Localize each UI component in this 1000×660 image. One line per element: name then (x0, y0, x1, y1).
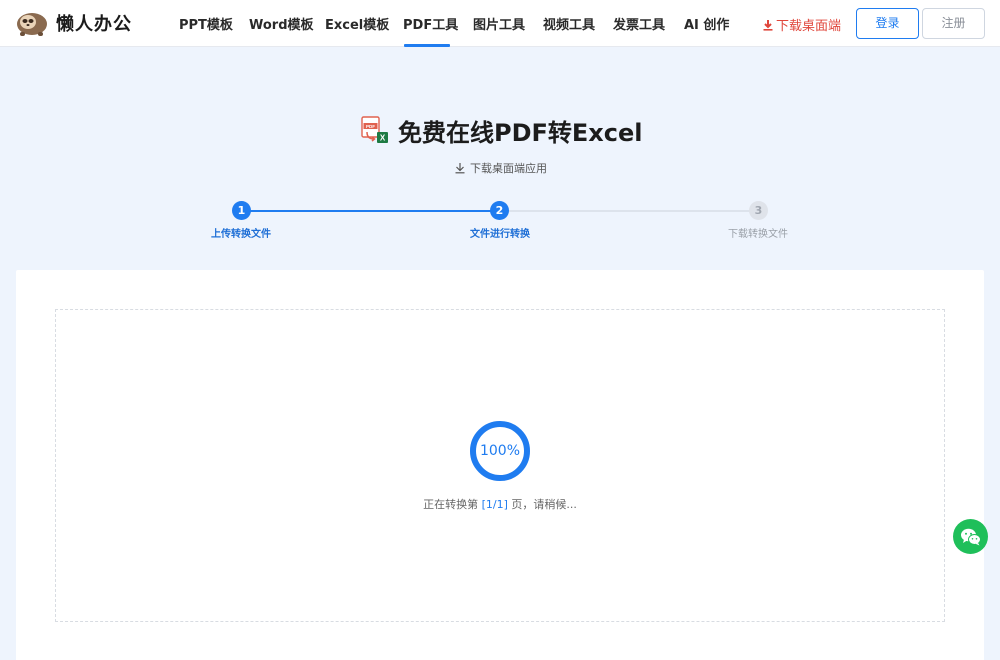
download-icon (763, 19, 773, 31)
nav-word-templates[interactable]: Word模板 (249, 14, 314, 33)
conversion-status: 正在转换第 [1/1] 页，请稍候... (0, 496, 1000, 512)
svg-text:X: X (380, 134, 386, 143)
site-logo[interactable]: 懒人办公 (14, 9, 132, 37)
top-header: 懒人办公 PPT模板 Word模板 Excel模板 PDF工具 图片工具 视频工… (0, 0, 1000, 47)
nav-video-tools[interactable]: 视频工具 (543, 14, 595, 33)
logo-text: 懒人办公 (56, 14, 132, 35)
nav-excel-templates[interactable]: Excel模板 (325, 14, 389, 33)
step-3-label: 下载转换文件 (728, 229, 788, 240)
download-desktop-app-link[interactable]: 下载桌面端应用 (454, 160, 547, 176)
nav-invoice-tools[interactable]: 发票工具 (613, 14, 665, 33)
nav-ai-create[interactable]: AI 创作 (684, 14, 729, 33)
download-desktop-label: 下载桌面端 (776, 19, 842, 34)
nav-image-tools[interactable]: 图片工具 (473, 14, 525, 33)
step-2-label: 文件进行转换 (470, 229, 530, 240)
step-1-circle: 1 (232, 201, 251, 220)
page-title-row: PDF X 免费在线PDF转Excel (360, 114, 643, 147)
step-3-circle: 3 (749, 201, 768, 220)
progress-percent: 100% (479, 443, 521, 459)
nav-pdf-tools[interactable]: PDF工具 (403, 14, 458, 33)
status-suffix: 页，请稍候... (507, 498, 577, 511)
step-2-circle: 2 (490, 201, 509, 220)
nav-ppt-templates[interactable]: PPT模板 (179, 14, 233, 33)
pdf-to-excel-icon: PDF X (361, 116, 388, 143)
login-button[interactable]: 登录 (856, 8, 919, 39)
wechat-icon (960, 528, 981, 545)
step-connector-done (241, 210, 500, 212)
register-button[interactable]: 注册 (922, 8, 985, 39)
download-icon (455, 163, 465, 174)
nav-active-indicator (404, 44, 450, 47)
svg-text:PDF: PDF (366, 124, 375, 129)
status-prefix: 正在转换第 (423, 498, 482, 511)
step-1-label: 上传转换文件 (211, 229, 271, 240)
download-desktop-link[interactable]: 下载桌面端 (762, 15, 841, 34)
download-desktop-app-label: 下载桌面端应用 (470, 162, 547, 175)
status-page-count: [1/1] (481, 498, 508, 511)
step-connector-todo (500, 210, 758, 212)
page-title: 免费在线PDF转Excel (398, 118, 643, 147)
sloth-logo-icon (17, 13, 47, 36)
wechat-float-button[interactable] (953, 519, 988, 554)
